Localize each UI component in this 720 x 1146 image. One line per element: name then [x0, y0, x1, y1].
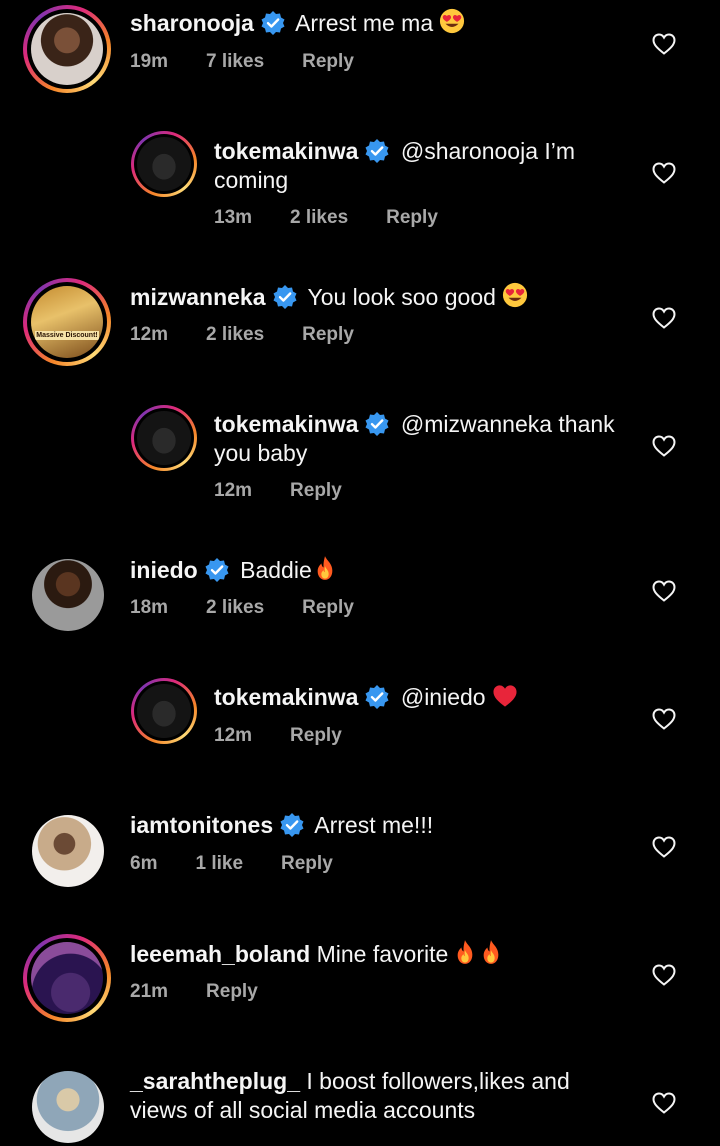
comment-time: 12m — [214, 725, 253, 746]
verified-badge-icon — [364, 684, 390, 710]
comment-text: @iniedo — [400, 684, 486, 710]
username[interactable]: tokemakinwa — [214, 684, 358, 710]
reply-button[interactable]: Reply — [302, 51, 354, 72]
reply-button[interactable]: Reply — [290, 480, 342, 501]
comment-text: Mine favorite — [316, 941, 449, 967]
username[interactable]: iniedo — [130, 557, 198, 583]
comment-time: 13m — [214, 207, 253, 228]
avatar-promo-text: Massive Discount! — [35, 331, 99, 340]
username[interactable]: sharonooja — [130, 10, 254, 36]
heart-outline-icon[interactable] — [652, 836, 676, 858]
avatar[interactable] — [32, 815, 104, 887]
fire-emoji-icon — [314, 555, 336, 581]
verified-badge-icon — [204, 557, 230, 583]
username[interactable]: iamtonitones — [130, 812, 273, 838]
reply-button[interactable]: Reply — [206, 981, 258, 1002]
reply-button[interactable]: Reply — [302, 324, 354, 345]
avatar[interactable] — [32, 559, 104, 631]
heart-eyes-emoji-icon — [439, 8, 465, 34]
avatar[interactable] — [23, 5, 111, 93]
avatar[interactable] — [131, 131, 197, 197]
avatar[interactable] — [131, 405, 197, 471]
username[interactable]: leeemah_boland — [130, 941, 310, 967]
likes-count[interactable]: 2 likes — [290, 207, 348, 228]
heart-outline-icon[interactable] — [652, 435, 676, 457]
comment-time: 18m — [130, 597, 169, 618]
verified-badge-icon — [364, 411, 390, 437]
likes-count[interactable]: 1 like — [195, 853, 243, 874]
reply-button[interactable]: Reply — [386, 207, 438, 228]
verified-badge-icon — [279, 812, 305, 838]
avatar[interactable] — [32, 1071, 104, 1143]
fire-emoji-icon — [454, 939, 476, 965]
heart-outline-icon[interactable] — [652, 162, 676, 184]
heart-outline-icon[interactable] — [652, 708, 676, 730]
username[interactable]: tokemakinwa — [214, 411, 358, 437]
heart-eyes-emoji-icon — [502, 282, 528, 308]
username[interactable]: mizwanneka — [130, 284, 266, 310]
comment-text: Arrest me ma — [295, 10, 434, 36]
comment-time: 12m — [130, 324, 169, 345]
likes-count[interactable]: 2 likes — [206, 324, 264, 345]
likes-count[interactable]: 2 likes — [206, 597, 264, 618]
comment-text: Baddie — [240, 557, 312, 583]
comment-text: You look soo good — [307, 284, 496, 310]
verified-badge-icon — [272, 284, 298, 310]
comment-time: 21m — [130, 981, 169, 1002]
reply-button[interactable]: Reply — [281, 853, 333, 874]
verified-badge-icon — [260, 10, 286, 36]
avatar[interactable] — [23, 934, 111, 1022]
reply-button[interactable]: Reply — [302, 597, 354, 618]
comment-time: 19m — [130, 51, 169, 72]
comment-text: Arrest me!!! — [314, 812, 434, 838]
heart-outline-icon[interactable] — [652, 1092, 676, 1114]
username[interactable]: tokemakinwa — [214, 138, 358, 164]
avatar[interactable] — [131, 678, 197, 744]
red-heart-emoji-icon — [492, 684, 518, 708]
heart-outline-icon[interactable] — [652, 307, 676, 329]
username[interactable]: _sarahtheplug_ — [130, 1068, 300, 1094]
heart-outline-icon[interactable] — [652, 580, 676, 602]
fire-emoji-icon — [480, 939, 502, 965]
heart-outline-icon[interactable] — [652, 964, 676, 986]
verified-badge-icon — [364, 138, 390, 164]
comment-time: 6m — [130, 853, 158, 874]
heart-outline-icon[interactable] — [652, 33, 676, 55]
comment-time: 12m — [214, 480, 253, 501]
avatar[interactable]: Massive Discount! — [23, 278, 111, 366]
likes-count[interactable]: 7 likes — [206, 51, 264, 72]
reply-button[interactable]: Reply — [290, 725, 342, 746]
